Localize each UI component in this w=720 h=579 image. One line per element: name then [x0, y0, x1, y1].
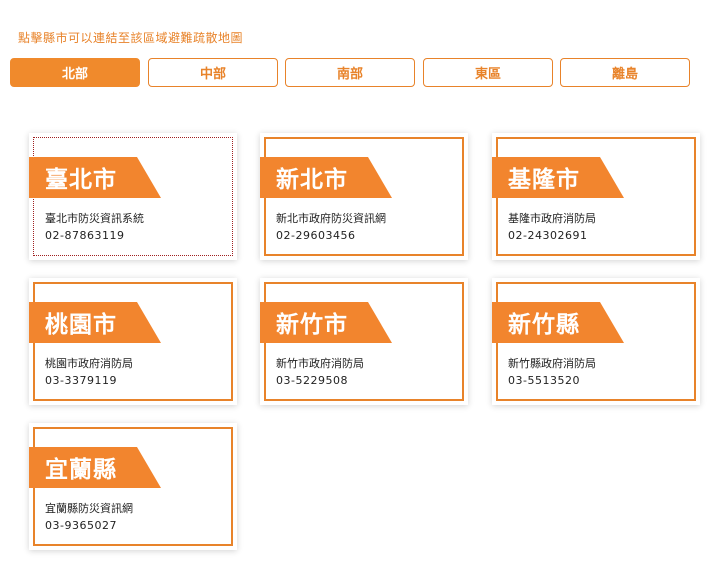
tab-islands[interactable]: 離島	[560, 58, 690, 87]
city-card-taipei[interactable]: 臺北市 臺北市防災資訊系統 02-87863119	[29, 133, 237, 260]
tab-central[interactable]: 中部	[148, 58, 278, 87]
city-name: 臺北市	[45, 167, 117, 193]
city-phone: 03-5513520	[508, 374, 580, 387]
city-agency: 宜蘭縣防災資訊網	[45, 502, 133, 515]
city-agency: 新北市政府防災資訊網	[276, 212, 386, 225]
city-agency: 桃園市政府消防局	[45, 357, 133, 370]
tab-north[interactable]: 北部	[10, 58, 140, 87]
city-phone: 02-87863119	[45, 229, 125, 242]
city-card-yilan[interactable]: 宜蘭縣 宜蘭縣防災資訊網 03-9365027	[29, 423, 237, 550]
city-agency: 新竹市政府消防局	[276, 357, 364, 370]
city-name: 新竹縣	[508, 312, 580, 338]
city-card-keelung[interactable]: 基隆市 基隆市政府消防局 02-24302691	[492, 133, 700, 260]
city-name: 新竹市	[276, 312, 348, 338]
city-agency: 臺北市防災資訊系統	[45, 212, 144, 225]
city-phone: 02-29603456	[276, 229, 356, 242]
city-phone: 03-9365027	[45, 519, 117, 532]
city-name: 新北市	[276, 167, 348, 193]
city-agency: 新竹縣政府消防局	[508, 357, 596, 370]
city-agency: 基隆市政府消防局	[508, 212, 596, 225]
city-phone: 03-5229508	[276, 374, 348, 387]
city-card-taoyuan[interactable]: 桃園市 桃園市政府消防局 03-3379119	[29, 278, 237, 405]
city-phone: 02-24302691	[508, 229, 588, 242]
city-name: 桃園市	[45, 312, 117, 338]
tab-south[interactable]: 南部	[285, 58, 415, 87]
tab-east[interactable]: 東區	[423, 58, 553, 87]
city-name: 基隆市	[508, 167, 580, 193]
city-name: 宜蘭縣	[45, 457, 117, 483]
city-card-hsinchu-county[interactable]: 新竹縣 新竹縣政府消防局 03-5513520	[492, 278, 700, 405]
city-card-new-taipei[interactable]: 新北市 新北市政府防災資訊網 02-29603456	[260, 133, 468, 260]
city-phone: 03-3379119	[45, 374, 117, 387]
page-hint: 點擊縣市可以連結至該區域避難疏散地圖	[18, 31, 244, 45]
city-card-hsinchu-city[interactable]: 新竹市 新竹市政府消防局 03-5229508	[260, 278, 468, 405]
